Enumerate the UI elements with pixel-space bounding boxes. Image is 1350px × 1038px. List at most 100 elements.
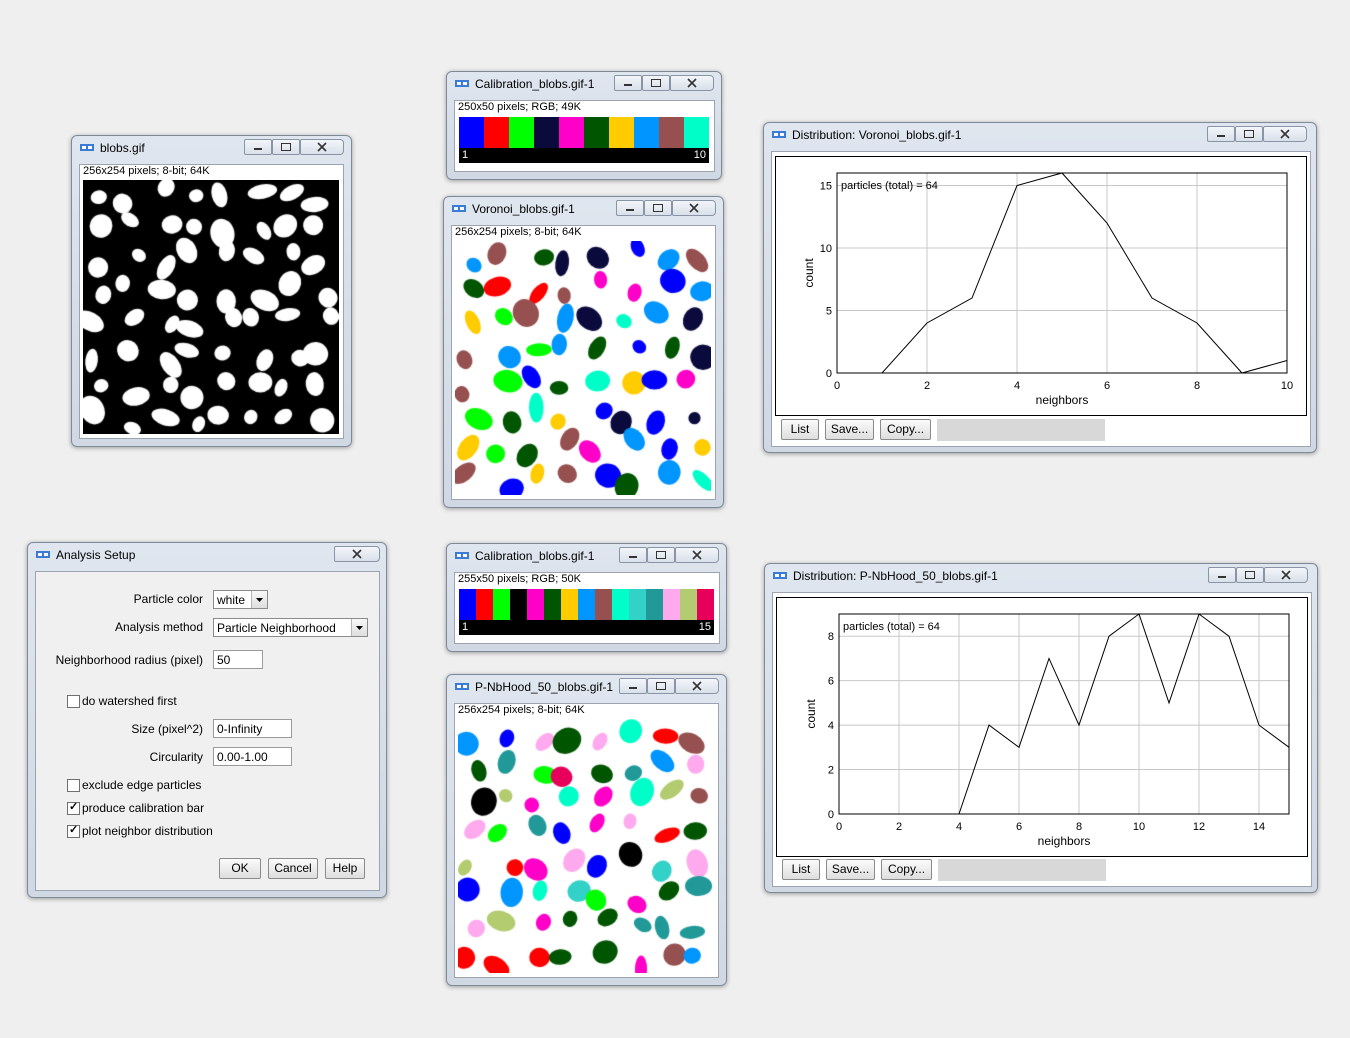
- close-button[interactable]: [300, 139, 344, 155]
- exclude-edge-checkbox[interactable]: [67, 779, 80, 792]
- x-tick-label: 10: [1281, 380, 1293, 392]
- minimize-icon: [624, 84, 632, 86]
- image-info: 256x254 pixels; 8-bit; 64K: [83, 165, 210, 177]
- cancel-button[interactable]: Cancel: [268, 858, 318, 879]
- save-button[interactable]: Save...: [825, 419, 874, 440]
- maximize-icon: [281, 143, 291, 151]
- watershed-checkbox[interactable]: [67, 695, 80, 708]
- titlebar[interactable]: P-NbHood_50_blobs.gif-1: [447, 675, 726, 699]
- close-button[interactable]: [670, 75, 714, 91]
- titlebar[interactable]: Voronoi_blobs.gif-1: [444, 197, 723, 221]
- minimize-button[interactable]: [614, 75, 642, 91]
- radius-field[interactable]: [213, 650, 263, 669]
- x-tick-label: 8: [1076, 821, 1082, 833]
- titlebar[interactable]: Calibration_blobs.gif-1: [447, 544, 726, 568]
- maximize-button[interactable]: [642, 75, 670, 91]
- x-axis-label: neighbors: [1038, 834, 1091, 848]
- close-button[interactable]: [334, 546, 380, 562]
- copy-button[interactable]: Copy...: [881, 859, 932, 880]
- setup-panel: Particle color white Analysis method Par…: [35, 571, 380, 891]
- calibration-swatch: [697, 589, 714, 620]
- help-button[interactable]: Help: [325, 858, 365, 879]
- watershed-label: do watershed first: [82, 694, 177, 708]
- x-tick-label: 4: [1014, 380, 1020, 392]
- close-button[interactable]: [1264, 567, 1308, 583]
- save-button[interactable]: Save...: [826, 859, 875, 880]
- x-tick-label: 6: [1104, 380, 1110, 392]
- titlebar[interactable]: Analysis Setup: [28, 543, 386, 567]
- minimize-button[interactable]: [1207, 126, 1235, 142]
- calibration-swatch: [659, 117, 684, 148]
- calibration-swatch: [584, 117, 609, 148]
- plot-distribution-checkbox[interactable]: ✓: [67, 824, 80, 838]
- window-distribution-pnbhood[interactable]: Distribution: P-NbHood_50_blobs.gif-1 0 2…: [764, 563, 1318, 893]
- plot-annotation: particles (total) = 64: [843, 621, 940, 633]
- x-tick-label: 4: [956, 821, 962, 833]
- size-label: Size (pixel^2): [131, 722, 203, 736]
- calibration-swatch: [609, 117, 634, 148]
- window-voronoi[interactable]: Voronoi_blobs.gif-1 256x254 pixels; 8-bi…: [443, 196, 724, 508]
- list-button[interactable]: List: [781, 419, 819, 440]
- analysis-method-select[interactable]: Particle Neighborhood: [213, 618, 368, 637]
- maximize-button[interactable]: [1236, 567, 1264, 583]
- calibration-bar: [459, 589, 714, 620]
- close-button[interactable]: [675, 547, 719, 563]
- minimize-icon: [1217, 135, 1225, 137]
- window-pnbhood[interactable]: P-NbHood_50_blobs.gif-1 256x254 pixels; …: [446, 674, 727, 986]
- maximize-button[interactable]: [647, 678, 675, 694]
- close-button[interactable]: [1263, 126, 1307, 142]
- window-calibration-1[interactable]: Calibration_blobs.gif-1 250x50 pixels; R…: [446, 71, 722, 180]
- close-icon: [1280, 129, 1290, 139]
- calibration-scale: 1 15: [459, 620, 714, 635]
- minimize-button[interactable]: [619, 678, 647, 694]
- minimize-button[interactable]: [244, 139, 272, 155]
- maximize-button[interactable]: [647, 547, 675, 563]
- window-distribution-voronoi[interactable]: Distribution: Voronoi_blobs.gif-1 0 2 4 6 8 1…: [763, 122, 1317, 453]
- x-tick-label: 6: [1016, 821, 1022, 833]
- maximize-icon: [651, 79, 661, 87]
- titlebar[interactable]: Calibration_blobs.gif-1: [447, 72, 721, 96]
- image-info: 250x50 pixels; RGB; 49K: [458, 101, 581, 113]
- minimize-button[interactable]: [616, 200, 644, 216]
- calibration-swatch: [629, 589, 646, 620]
- circularity-label: Circularity: [149, 750, 203, 764]
- distribution-plot[interactable]: 0 2 4 6 8 10 0 5 10 15 particles (total) = 64 neigh…: [775, 156, 1307, 416]
- blobs-image[interactable]: [83, 180, 339, 434]
- minimize-button[interactable]: [619, 547, 647, 563]
- imagej-icon: [455, 80, 469, 87]
- maximize-button[interactable]: [644, 200, 672, 216]
- window-title: P-NbHood_50_blobs.gif-1: [475, 680, 614, 694]
- titlebar[interactable]: blobs.gif: [72, 136, 351, 160]
- pnbhood-image[interactable]: [458, 719, 714, 973]
- calibration-bar-checkbox[interactable]: ✓: [67, 801, 80, 815]
- window-blobs[interactable]: blobs.gif 256x254 pixels; 8-bit; 64K: [71, 135, 352, 447]
- x-tick-label: 8: [1194, 380, 1200, 392]
- calibration-swatch: [684, 117, 709, 148]
- list-button[interactable]: List: [782, 859, 820, 880]
- copy-button[interactable]: Copy...: [880, 419, 931, 440]
- window-calibration-2[interactable]: Calibration_blobs.gif-1 255x50 pixels; R…: [446, 543, 727, 652]
- y-tick-label: 0: [826, 368, 832, 380]
- y-tick-label: 2: [828, 765, 834, 777]
- maximize-button[interactable]: [272, 139, 300, 155]
- window-title: Calibration_blobs.gif-1: [475, 549, 595, 563]
- voronoi-image[interactable]: [455, 241, 711, 495]
- size-field[interactable]: [213, 719, 292, 738]
- ok-button[interactable]: OK: [219, 858, 261, 879]
- close-button[interactable]: [675, 678, 719, 694]
- imagej-icon: [773, 572, 787, 579]
- close-icon: [1281, 570, 1291, 580]
- titlebar[interactable]: Distribution: P-NbHood_50_blobs.gif-1: [765, 564, 1317, 588]
- x-tick-label: 0: [836, 821, 842, 833]
- series-line: [839, 613, 1290, 815]
- close-button[interactable]: [672, 200, 716, 216]
- distribution-plot[interactable]: 0 2 4 6 8 10 12 14 0 2 4 6 8 particles (total) = 64 ne…: [776, 597, 1308, 857]
- titlebar[interactable]: Distribution: Voronoi_blobs.gif-1: [764, 123, 1316, 147]
- particle-color-select[interactable]: white: [213, 590, 268, 609]
- calibration-swatch: [476, 589, 493, 620]
- calibration-min-label: 1: [462, 149, 469, 161]
- minimize-button[interactable]: [1208, 567, 1236, 583]
- maximize-button[interactable]: [1235, 126, 1263, 142]
- window-analysis-setup[interactable]: Analysis Setup Particle color white Anal…: [27, 542, 387, 898]
- circularity-field[interactable]: [213, 747, 292, 766]
